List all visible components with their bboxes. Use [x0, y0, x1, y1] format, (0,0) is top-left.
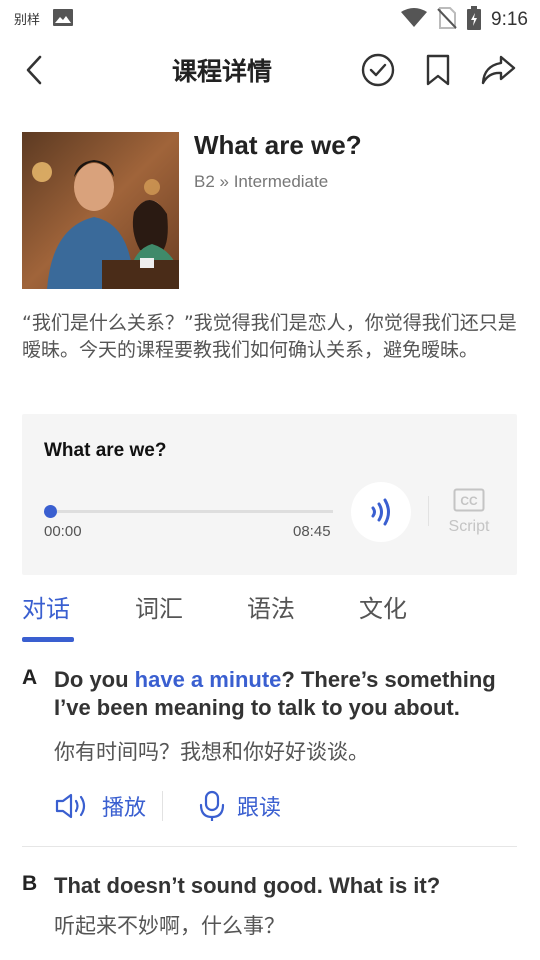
follow-read-button[interactable]: 跟读 — [197, 790, 281, 822]
microphone-icon — [199, 790, 225, 821]
progress-knob[interactable] — [44, 505, 57, 518]
english-sentence: Do you have a minute? There’s something … — [54, 667, 496, 720]
check-circle-icon — [361, 53, 395, 87]
play-line-button[interactable]: 播放 — [54, 790, 146, 822]
bookmark-button[interactable] — [418, 50, 458, 90]
follow-read-label: 跟读 — [237, 796, 282, 821]
tab-grammar[interactable]: 语法 — [247, 589, 295, 624]
english-sentence: That doesn’t sound good. What is it? — [54, 873, 441, 898]
course-description: “我们是什么关系？”我觉得我们是恋人，你觉得我们还只是暧昧。今天的课程要教我们如… — [22, 312, 517, 361]
speaker-label: A — [22, 666, 38, 689]
status-time: 9:16 — [491, 9, 528, 30]
current-time: 00:00 — [44, 523, 82, 540]
duration-time: 08:45 — [293, 523, 331, 540]
chinese-translation: 你有时间吗？我想和你好好谈谈。 — [54, 740, 369, 764]
progress-track[interactable] — [50, 510, 333, 513]
tab-vocabulary[interactable]: 词汇 — [135, 589, 183, 624]
svg-text:CC: CC — [460, 494, 478, 508]
carrier-label: 别样 — [14, 13, 41, 28]
sound-wave-icon — [371, 498, 390, 526]
audio-player: What are we? 00:00 08:45 CC Script — [22, 414, 517, 575]
script-button[interactable]: CC Script — [446, 488, 492, 536]
course-level: B2 » Intermediate — [194, 172, 329, 191]
play-line-label: 播放 — [102, 796, 147, 821]
cc-icon: CC — [453, 488, 485, 512]
bookmark-icon — [426, 54, 450, 86]
speaker-icon — [55, 793, 86, 819]
line-actions: 播放 跟读 — [54, 790, 281, 822]
battery-icon — [467, 6, 482, 34]
complete-button[interactable] — [358, 50, 398, 90]
action-divider — [162, 791, 164, 821]
nav-bar: 课程详情 — [0, 40, 540, 100]
script-label: Script — [448, 518, 490, 535]
status-bar: 别样 9:16 — [0, 0, 540, 36]
wifi-icon — [401, 8, 428, 32]
no-sim-icon — [437, 7, 457, 33]
course-thumbnail — [22, 132, 179, 289]
active-tab-indicator — [22, 637, 74, 642]
player-divider — [428, 496, 429, 526]
play-button[interactable] — [351, 482, 411, 542]
dialogue-line: B That doesn’t sound good. What is it? 听… — [22, 872, 518, 952]
dialogue-line: A Do you have a minute? There’s somethin… — [22, 666, 518, 836]
tab-culture[interactable]: 文化 — [359, 589, 407, 624]
highlighted-phrase[interactable]: have a minute — [135, 667, 282, 692]
line-divider — [22, 846, 517, 847]
speaker-label: B — [22, 872, 38, 895]
share-button[interactable] — [478, 50, 518, 90]
image-icon — [53, 9, 73, 30]
tab-dialogue[interactable]: 对话 — [22, 589, 70, 624]
course-title: What are we? — [194, 130, 362, 160]
tab-bar: 对话 词汇 语法 文化 — [0, 585, 540, 643]
share-icon — [481, 55, 516, 85]
chinese-translation: 听起来不妙啊，什么事？ — [54, 914, 285, 938]
player-title: What are we? — [44, 440, 167, 461]
